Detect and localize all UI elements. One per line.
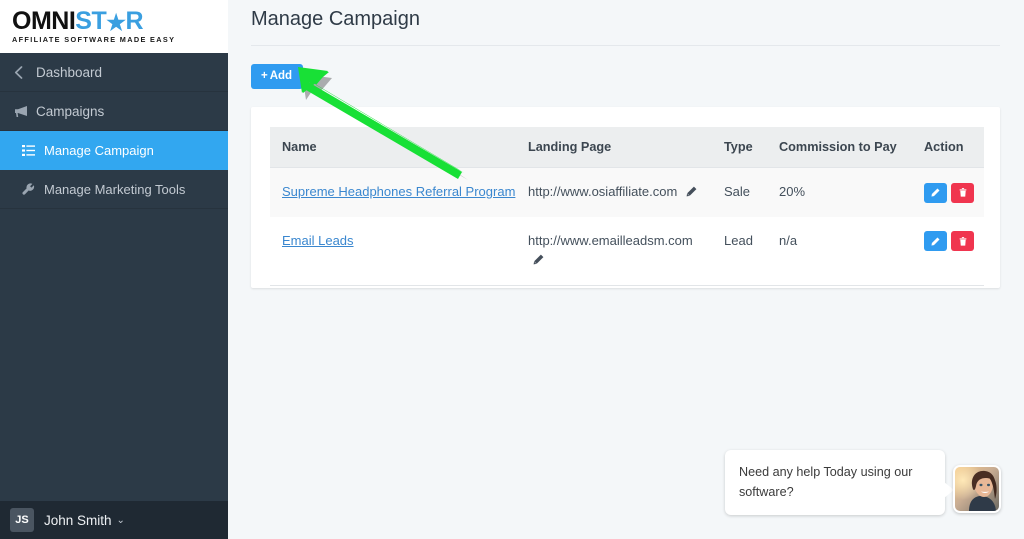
plus-icon: + [261, 70, 268, 82]
cell-action [912, 216, 984, 286]
brand-logo[interactable]: OMNIST★R AFFILIATE SOFTWARE MADE EASY [0, 0, 228, 53]
landing-page-url: http://www.emailleadsm.com [528, 232, 693, 248]
column-header-action: Action [912, 127, 984, 168]
sidebar-item-manage-marketing-tools[interactable]: Manage Marketing Tools [0, 170, 228, 209]
add-button-label: Add [269, 70, 293, 82]
avatar-initials: JS [10, 508, 34, 532]
cell-name: Supreme Headphones Referral Program [270, 167, 516, 217]
agent-photo [955, 467, 999, 511]
edit-row-button[interactable] [924, 231, 947, 252]
chat-agent-avatar[interactable] [953, 465, 1001, 513]
column-header-type[interactable]: Type [712, 127, 767, 168]
column-header-name[interactable]: Name [270, 127, 516, 168]
wrench-icon [22, 182, 44, 196]
table-row: Email Leads http://www.emailleadsm.com L… [270, 216, 984, 286]
chat-message-text: Need any help Today using our software? [739, 465, 913, 499]
cell-name: Email Leads [270, 216, 516, 286]
edit-row-button[interactable] [924, 182, 947, 203]
logo-st-text: ST [75, 7, 107, 36]
sidebar-item-campaigns[interactable]: Campaigns [0, 92, 228, 131]
chevron-down-icon: ⌄ [116, 514, 125, 526]
delete-row-button[interactable] [951, 182, 974, 203]
logo-omni-text: OMNI [12, 7, 76, 36]
cell-type: Lead [712, 216, 767, 286]
pencil-icon [931, 185, 940, 200]
sidebar-item-dashboard[interactable]: Dashboard [0, 53, 228, 92]
table-row: Supreme Headphones Referral Program http… [270, 167, 984, 217]
table-header-row: Name Landing Page Type Commission to Pay… [270, 127, 984, 168]
add-button[interactable]: + Add [251, 64, 304, 89]
title-divider [251, 45, 1000, 46]
sidebar-item-label: Manage Campaign [44, 142, 154, 158]
megaphone-icon [14, 105, 36, 118]
logo-tagline: AFFILIATE SOFTWARE MADE EASY [12, 35, 176, 45]
trash-icon [959, 234, 967, 249]
delete-row-button[interactable] [951, 231, 974, 252]
cell-action [912, 167, 984, 217]
table-body: Supreme Headphones Referral Program http… [270, 167, 984, 286]
user-name-label: John Smith [44, 512, 112, 528]
sidebar-item-label: Manage Marketing Tools [44, 181, 186, 197]
sidebar-item-manage-campaign[interactable]: Manage Campaign [0, 131, 228, 170]
chevron-left-icon [14, 65, 36, 79]
user-menu[interactable]: JS John Smith ⌄ [0, 501, 228, 539]
sidebar-item-label: Dashboard [36, 64, 103, 80]
campaign-table: Name Landing Page Type Commission to Pay… [270, 127, 984, 286]
list-icon [22, 144, 44, 156]
logo-wordmark: OMNIST★R [12, 9, 175, 34]
table-header: Name Landing Page Type Commission to Pay… [270, 127, 984, 168]
campaign-name-link[interactable]: Supreme Headphones Referral Program [282, 184, 515, 199]
trash-icon [959, 185, 967, 200]
cell-landing-page: http://www.emailleadsm.com [516, 216, 712, 286]
chat-message-bubble[interactable]: Need any help Today using our software? [725, 450, 954, 516]
sidebar-item-label: Campaigns [36, 103, 105, 119]
cell-commission: 20% [767, 167, 912, 217]
pencil-icon[interactable] [533, 251, 544, 271]
star-icon: ★ [106, 10, 126, 36]
page-title: Manage Campaign [251, 8, 420, 30]
column-header-landing-page[interactable]: Landing Page [516, 127, 712, 168]
main-content: Manage Campaign + Add Name Landing Page T… [228, 0, 1024, 539]
cell-type: Sale [712, 167, 767, 217]
cell-commission: n/a [767, 216, 912, 286]
landing-page-url: http://www.osiaffiliate.com [528, 184, 678, 199]
column-header-commission[interactable]: Commission to Pay [767, 127, 912, 168]
page-root: OMNIST★R AFFILIATE SOFTWARE MADE EASY Da… [0, 0, 1024, 539]
campaign-table-card: Name Landing Page Type Commission to Pay… [251, 107, 1000, 288]
logo-r-text: R [125, 7, 144, 36]
campaign-name-link[interactable]: Email Leads [282, 233, 354, 248]
cell-landing-page: http://www.osiaffiliate.com [516, 167, 712, 217]
sidebar: OMNIST★R AFFILIATE SOFTWARE MADE EASY Da… [0, 0, 228, 539]
pencil-icon [931, 234, 940, 249]
pencil-icon[interactable] [686, 183, 697, 203]
